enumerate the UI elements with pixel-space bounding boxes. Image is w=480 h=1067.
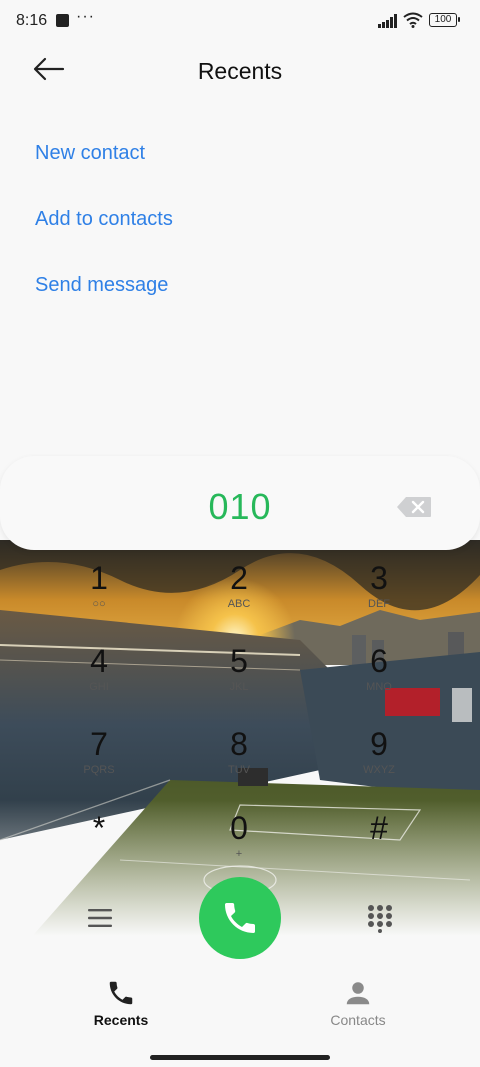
key-4[interactable]: 4 GHI — [49, 641, 149, 721]
phone-icon — [225, 903, 255, 933]
call-button[interactable] — [199, 877, 281, 959]
signal-icon — [378, 14, 397, 28]
dialpad-icon[interactable] — [366, 903, 394, 933]
home-indicator[interactable] — [150, 1055, 330, 1060]
status-bar: 8:16 ··· 100 — [0, 0, 480, 44]
dialed-number-card: 010 — [0, 456, 480, 550]
status-time: 8:16 — [16, 12, 48, 29]
battery-icon: 100 — [429, 13, 460, 27]
key-6[interactable]: 6 MNO — [329, 641, 429, 721]
notification-icon — [56, 14, 69, 27]
phone-icon — [109, 981, 133, 1005]
key-2[interactable]: 2 ABC — [189, 558, 289, 638]
key-8[interactable]: 8 TUV — [189, 724, 289, 804]
backspace-icon[interactable] — [396, 496, 432, 518]
key-9[interactable]: 9 WXYZ — [329, 724, 429, 804]
key-0[interactable]: 0 + — [189, 808, 289, 888]
more-notifications-indicator: ··· — [76, 8, 95, 25]
key-1[interactable]: 1 ○○ — [49, 558, 149, 638]
key-star[interactable]: * — [49, 808, 149, 888]
page-title: Recents — [197, 58, 283, 84]
tab-recents-label: Recents — [93, 1012, 149, 1028]
send-message-link[interactable]: Send message — [35, 274, 168, 297]
app-header: Recents — [0, 44, 480, 98]
key-5[interactable]: 5 JKL — [189, 641, 289, 721]
person-icon — [346, 982, 370, 1005]
tab-recents[interactable]: Recents — [61, 978, 181, 1028]
key-7[interactable]: 7 PQRS — [49, 724, 149, 804]
menu-icon[interactable] — [85, 905, 115, 931]
new-contact-link[interactable]: New contact — [35, 142, 145, 165]
add-to-contacts-link[interactable]: Add to contacts — [35, 208, 173, 231]
key-3[interactable]: 3 DEF — [329, 558, 429, 638]
wifi-icon — [403, 12, 423, 28]
key-hash[interactable]: # — [329, 808, 429, 888]
tab-contacts-label: Contacts — [330, 1012, 386, 1028]
tab-contacts[interactable]: Contacts — [298, 978, 418, 1028]
